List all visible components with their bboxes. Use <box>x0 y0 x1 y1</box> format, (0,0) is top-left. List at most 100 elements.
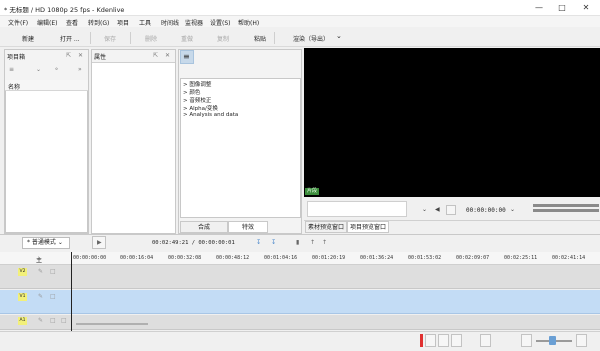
timeline-toolbar <box>0 234 600 252</box>
stop-button[interactable] <box>446 205 456 215</box>
redo-button[interactable]: 重做 <box>181 34 193 43</box>
audio-meter <box>533 209 599 212</box>
timeline-position[interactable]: 00:02:49:21 / 00:00:00:01 <box>152 240 235 246</box>
monitor-scrub-area[interactable] <box>307 201 407 217</box>
maximize-icon[interactable]: □ <box>551 0 573 15</box>
tool-button[interactable] <box>425 334 436 347</box>
lock-icon[interactable]: □ <box>50 293 56 300</box>
extract-icon[interactable]: ↑ <box>322 239 327 246</box>
chevron-down-icon[interactable]: ⌄ <box>422 206 427 213</box>
float-icon[interactable]: ⇱ <box>66 52 71 59</box>
playhead[interactable] <box>71 252 72 332</box>
tool-button[interactable] <box>451 334 462 347</box>
delete-button[interactable]: 删除 <box>145 34 157 43</box>
menu-monitor[interactable]: 监视器 <box>185 18 203 27</box>
menu-bar: 文件(F) 编辑(E) 查看 转到(G) 项目 工具 时间线 监视器 设置(S)… <box>0 16 600 27</box>
menu-tools[interactable]: 工具 <box>139 18 151 27</box>
menu-help[interactable]: 帮助(H) <box>238 18 259 27</box>
edit-mode-select[interactable]: * 普通模式 ⌄ <box>22 237 70 249</box>
menu-edit[interactable]: 编辑(E) <box>37 18 57 27</box>
master-label: 主 <box>36 257 43 264</box>
menu-icon[interactable]: ≡ <box>9 66 14 73</box>
menu-timeline[interactable]: 时间线 <box>161 18 179 27</box>
ruler-tick: 00:02:09:07 <box>456 255 490 261</box>
tab-effects[interactable]: 特效 <box>228 221 268 233</box>
play-back-icon[interactable]: ◀ <box>435 206 440 213</box>
double-arrow-right-icon[interactable]: » <box>78 66 82 73</box>
mute-icon[interactable]: ✎ <box>38 317 43 324</box>
zoom-out-button[interactable] <box>521 334 532 347</box>
close-panel-icon[interactable]: ✕ <box>165 52 170 59</box>
monitor-timecode[interactable]: 00:00:00:00 <box>466 207 506 214</box>
save-button[interactable]: 保存 <box>104 34 116 43</box>
toolbar-separator <box>130 32 131 44</box>
track-row[interactable] <box>0 265 600 289</box>
track-label: V2 <box>18 268 27 276</box>
volume-icon[interactable]: ⌄ <box>510 206 515 213</box>
ruler-tick: 00:02:25:11 <box>504 255 538 261</box>
ruler-tick: 00:00:48:12 <box>216 255 250 261</box>
edit-mode-value: 普通模式 <box>31 239 56 246</box>
copy-button[interactable]: 复制 <box>217 34 229 43</box>
ruler-tick: 00:02:41:14 <box>552 255 586 261</box>
tree-item[interactable]: > 颜色 <box>183 88 200 96</box>
tree-item[interactable]: > Alpha/变换 <box>183 104 218 112</box>
minimize-icon[interactable]: — <box>528 0 550 15</box>
zoom-slider-handle[interactable] <box>549 336 556 345</box>
new-button[interactable]: 新建 <box>22 34 34 43</box>
tree-item[interactable]: > 图像调整 <box>183 80 211 88</box>
window-title: * 无标题 / HD 1080p 25 fps - Kdenlive <box>4 6 125 14</box>
menu-file[interactable]: 文件(F) <box>8 18 28 27</box>
track-row[interactable] <box>0 290 600 314</box>
lock-icon[interactable]: ⚬ <box>54 66 59 73</box>
properties-title: 属性 <box>94 54 107 61</box>
close-icon[interactable]: ✕ <box>575 0 597 15</box>
lift-icon[interactable]: ↑ <box>310 239 315 246</box>
lock-icon[interactable]: □ <box>50 317 56 324</box>
mute-icon[interactable]: ✎ <box>38 268 43 275</box>
monitor-screen[interactable] <box>304 48 600 197</box>
open-button[interactable]: 打开 ... <box>60 34 80 43</box>
speaker-icon[interactable]: □ <box>61 317 67 324</box>
tree-item[interactable]: > 音频校正 <box>183 96 211 104</box>
close-panel-icon[interactable]: ✕ <box>78 52 83 59</box>
tool-button[interactable] <box>480 334 491 347</box>
properties-content <box>92 62 175 233</box>
split-icon[interactable]: ▮ <box>296 239 299 246</box>
status-bar <box>0 331 600 351</box>
ruler-tick: 00:01:04:16 <box>264 255 298 261</box>
tab-clip-monitor[interactable]: 素材预览窗口 <box>305 221 347 233</box>
lock-icon[interactable]: □ <box>50 268 56 275</box>
ruler-tick: 00:01:36:24 <box>360 255 394 261</box>
chevron-down-icon[interactable]: ⌄ <box>336 32 342 40</box>
tree-item-label: Analysis and data <box>189 112 239 118</box>
timeline-scrollbar[interactable] <box>76 323 148 325</box>
menu-settings[interactable]: 设置(S) <box>210 18 231 27</box>
audio-meter <box>533 204 599 207</box>
tool-button[interactable] <box>438 334 449 347</box>
overwrite-icon[interactable]: ↧ <box>271 239 276 246</box>
ruler-tick: 00:00:16:04 <box>120 255 154 261</box>
mute-icon[interactable]: ✎ <box>38 293 43 300</box>
project-bin-title: 项目箱 <box>7 54 26 61</box>
project-bin-list[interactable] <box>5 80 88 233</box>
tree-item[interactable]: > Analysis and data <box>183 112 238 118</box>
paste-button[interactable]: 粘贴 <box>254 34 266 43</box>
float-icon[interactable]: ⇱ <box>153 52 158 59</box>
ruler-tick: 00:01:20:19 <box>312 255 346 261</box>
menu-project[interactable]: 项目 <box>117 18 129 27</box>
menu-goto[interactable]: 转到(G) <box>88 18 109 27</box>
clip-badge: 片段 <box>305 188 319 195</box>
tab-project-monitor[interactable]: 项目预览窗口 <box>347 221 389 233</box>
toolbar-separator <box>90 32 91 44</box>
render-button[interactable]: 渲染（导出） <box>293 34 329 43</box>
menu-view[interactable]: 查看 <box>66 18 78 27</box>
insert-icon[interactable]: ↧ <box>256 239 261 246</box>
tab-composite[interactable]: 合成 <box>180 221 228 233</box>
track-label: V1 <box>18 293 27 301</box>
zoom-in-button[interactable] <box>576 334 587 347</box>
toolbar-separator <box>274 32 275 44</box>
ruler-tick: 00:00:32:08 <box>168 255 202 261</box>
title-bar: * 无标题 / HD 1080p 25 fps - Kdenlive — □ ✕ <box>0 0 600 16</box>
chevron-down-icon[interactable]: ⌄ <box>36 66 41 73</box>
